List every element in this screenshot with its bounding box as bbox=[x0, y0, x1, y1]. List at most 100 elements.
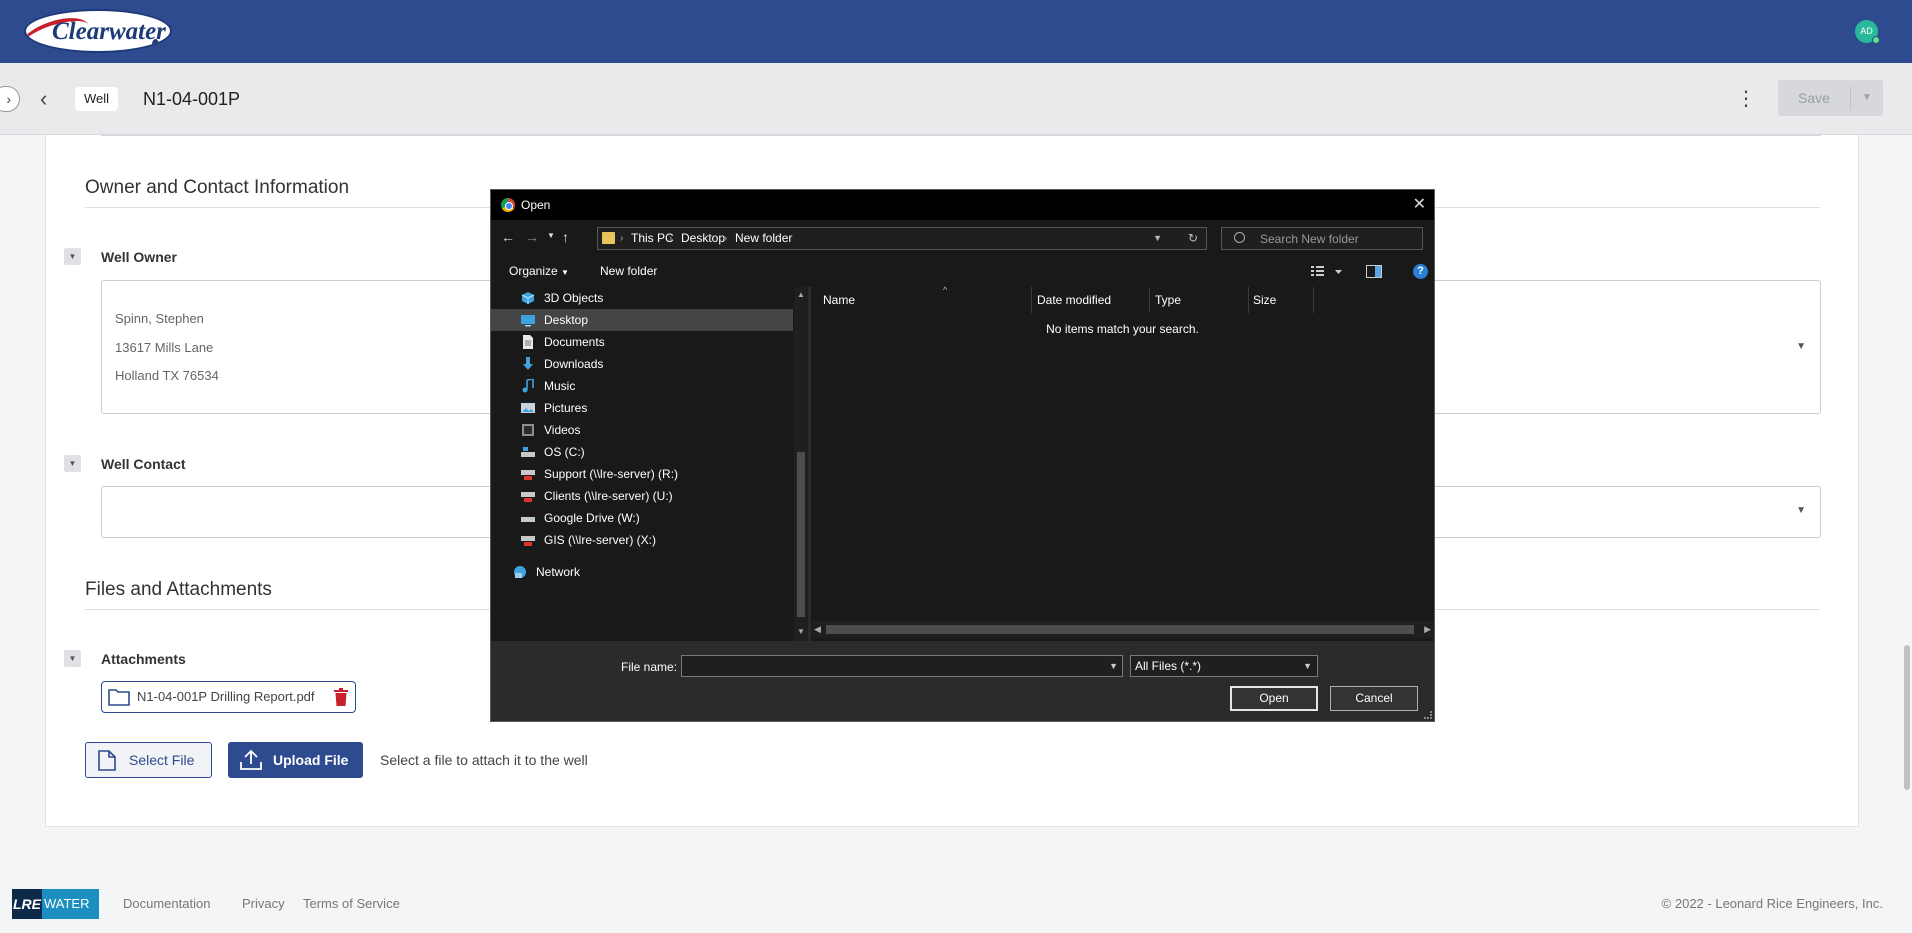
breadcrumb-chevron-icon: › bbox=[620, 233, 624, 244]
upload-file-button[interactable]: Upload File bbox=[228, 742, 363, 778]
tree-item-documents[interactable]: Documents bbox=[491, 331, 794, 353]
tree-item-pictures[interactable]: Pictures bbox=[491, 397, 794, 419]
scroll-down-icon[interactable]: ▼ bbox=[794, 627, 808, 636]
column-type[interactable]: Type bbox=[1155, 290, 1181, 310]
attachments-collapse-button[interactable]: ▼ bbox=[64, 650, 81, 667]
terms-of-service-link[interactable]: Terms of Service bbox=[303, 889, 400, 919]
chrome-icon bbox=[501, 198, 515, 212]
tree-item-videos[interactable]: Videos bbox=[491, 419, 794, 441]
breadcrumb-desktop[interactable]: Desktop bbox=[681, 228, 725, 249]
save-menu-button[interactable]: ▼ bbox=[1851, 80, 1883, 116]
dialog-footer: File name: ▼ All Files (*.*) ▼ Open Canc… bbox=[491, 641, 1434, 721]
well-contact-label: Well Contact bbox=[101, 456, 186, 472]
clearwater-logo[interactable]: Clearwater bbox=[24, 9, 172, 53]
file-list-scrollbar[interactable]: ◀ ▶ bbox=[811, 621, 1434, 638]
column-size[interactable]: Size bbox=[1253, 290, 1276, 310]
back-button[interactable]: ‹ bbox=[40, 85, 60, 113]
scrollbar-thumb[interactable] bbox=[797, 452, 805, 617]
open-button[interactable]: Open bbox=[1230, 686, 1318, 711]
open-file-dialog: Open ✕ ← → ▼ ↑ › This PC › Desktop › New… bbox=[490, 189, 1435, 722]
file-type-filter[interactable]: All Files (*.*) ▼ bbox=[1130, 655, 1318, 677]
file-name-history-button[interactable]: ▼ bbox=[1109, 656, 1118, 676]
sort-ascending-icon: ^ bbox=[943, 285, 948, 295]
page-scrollbar[interactable] bbox=[1904, 645, 1910, 790]
well-owner-collapse-button[interactable]: ▼ bbox=[64, 248, 81, 265]
breadcrumb-this-pc[interactable]: This PC bbox=[631, 228, 674, 249]
caret-down-icon: ▼ bbox=[68, 252, 77, 261]
chevron-down-icon: ▼ bbox=[1153, 233, 1162, 243]
file-name-input[interactable] bbox=[682, 656, 1102, 676]
help-button[interactable]: ? bbox=[1413, 264, 1428, 279]
chevron-right-icon: › bbox=[6, 91, 11, 107]
breadcrumb-chevron-icon: › bbox=[724, 233, 728, 244]
organize-button[interactable]: Organize ▼ bbox=[509, 256, 569, 288]
nav-forward-button[interactable]: → bbox=[525, 229, 539, 245]
column-name[interactable]: Name bbox=[823, 290, 855, 310]
more-options-button[interactable]: ⋮ bbox=[1736, 87, 1756, 111]
tree-item-desktop[interactable]: Desktop bbox=[491, 309, 793, 331]
breadcrumb-chevron-icon: › bbox=[669, 233, 673, 244]
file-name-combobox: ▼ bbox=[681, 655, 1123, 677]
scrollbar-thumb[interactable] bbox=[826, 625, 1414, 634]
app-header: Clearwater AD bbox=[0, 0, 1912, 63]
dialog-title: Open bbox=[521, 198, 551, 212]
tree-item-google-drive-w[interactable]: Google Drive (W:) bbox=[491, 507, 794, 529]
nav-up-button[interactable]: ↑ bbox=[562, 229, 569, 245]
scroll-right-icon[interactable]: ▶ bbox=[1424, 621, 1431, 638]
attachments-label: Attachments bbox=[101, 651, 186, 667]
tree-item-support-r[interactable]: Support (\\lre-server) (R:) bbox=[491, 463, 794, 485]
save-split-button: Save ▼ bbox=[1778, 80, 1883, 116]
select-file-button[interactable]: Select File bbox=[85, 742, 212, 778]
attachment-item[interactable]: N1-04-001P Drilling Report.pdf bbox=[101, 681, 356, 713]
privacy-link[interactable]: Privacy bbox=[242, 889, 285, 919]
dialog-titlebar[interactable]: Open ✕ bbox=[491, 190, 1434, 220]
3d-objects-icon bbox=[521, 292, 535, 304]
column-date-modified[interactable]: Date modified bbox=[1037, 290, 1111, 310]
pictures-icon bbox=[521, 403, 535, 413]
drive-icon bbox=[521, 517, 535, 522]
chevron-down-icon: ▼ bbox=[547, 231, 555, 240]
file-list: ^ Name Date modified Type Size No items … bbox=[811, 285, 1434, 641]
well-contact-collapse-button[interactable]: ▼ bbox=[64, 455, 81, 472]
trash-icon[interactable] bbox=[334, 688, 348, 706]
navigation-pane-scrollbar[interactable]: ▲ ▼ bbox=[794, 287, 808, 641]
chevron-left-icon: ‹ bbox=[40, 86, 48, 111]
nav-back-button[interactable]: ← bbox=[501, 229, 515, 245]
expand-sidebar-button[interactable]: › bbox=[0, 86, 20, 112]
downloads-icon bbox=[523, 357, 533, 370]
scroll-up-icon[interactable]: ▲ bbox=[794, 290, 808, 299]
network-drive-icon bbox=[521, 492, 535, 502]
address-bar[interactable]: › This PC › Desktop › New folder ▼ ↻ bbox=[597, 227, 1207, 250]
cancel-button[interactable]: Cancel bbox=[1330, 686, 1418, 711]
dialog-command-bar: Organize ▼ New folder ? bbox=[491, 256, 1434, 287]
tree-item-network[interactable]: Network bbox=[491, 561, 794, 583]
scroll-left-icon[interactable]: ◀ bbox=[814, 621, 821, 638]
resize-grip[interactable] bbox=[1424, 711, 1432, 719]
tree-item-os-c[interactable]: OS (C:) bbox=[491, 441, 794, 463]
new-folder-button[interactable]: New folder bbox=[600, 256, 657, 287]
tree-item-music[interactable]: Music bbox=[491, 375, 794, 397]
tree-item-clients-u[interactable]: Clients (\\lre-server) (U:) bbox=[491, 485, 794, 507]
chevron-down-icon: ▼ bbox=[1303, 661, 1312, 671]
tree-item-downloads[interactable]: Downloads bbox=[491, 353, 794, 375]
save-button[interactable]: Save bbox=[1778, 80, 1850, 116]
search-input[interactable] bbox=[1260, 228, 1420, 249]
refresh-button[interactable]: ↻ bbox=[1188, 228, 1198, 249]
tree-item-3d-objects[interactable]: 3D Objects bbox=[491, 287, 794, 309]
record-type-chip: Well bbox=[75, 87, 119, 111]
dialog-close-button[interactable]: ✕ bbox=[1413, 190, 1426, 220]
lre-water-logo[interactable]: LRE WATER bbox=[12, 889, 99, 919]
attachment-name[interactable]: N1-04-001P Drilling Report.pdf bbox=[137, 682, 315, 712]
documentation-link[interactable]: Documentation bbox=[123, 889, 210, 919]
user-avatar[interactable]: AD bbox=[1855, 20, 1880, 44]
recent-locations-button[interactable]: ▼ bbox=[547, 231, 555, 240]
files-section-title: Files and Attachments bbox=[85, 579, 272, 600]
desktop-icon bbox=[521, 315, 535, 327]
address-history-button[interactable]: ▼ bbox=[1153, 228, 1162, 249]
breadcrumb-new-folder[interactable]: New folder bbox=[735, 228, 792, 249]
refresh-icon: ↻ bbox=[1187, 231, 1198, 245]
preview-pane-button[interactable] bbox=[1366, 265, 1382, 278]
caret-down-icon: ▼ bbox=[68, 654, 77, 663]
view-options-button[interactable] bbox=[1311, 265, 1343, 278]
tree-item-gis-x[interactable]: GIS (\\lre-server) (X:) bbox=[491, 529, 794, 551]
